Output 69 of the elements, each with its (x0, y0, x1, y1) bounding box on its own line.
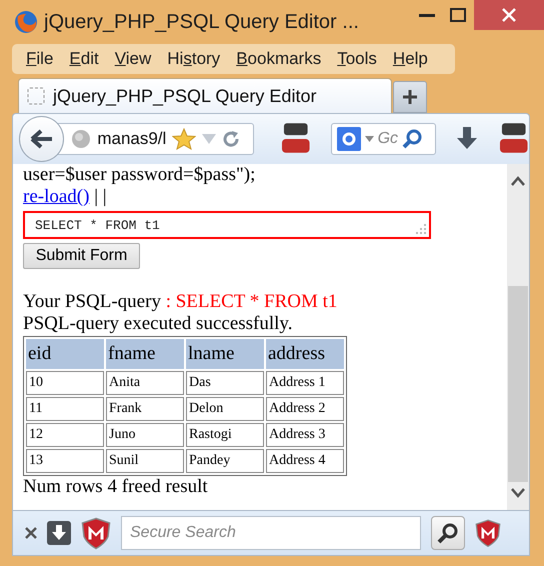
search-icon[interactable] (402, 129, 422, 149)
menu-item[interactable]: Help (384, 49, 436, 69)
separator-text: | | (94, 186, 107, 207)
table-cell: Rastogi (186, 423, 264, 447)
plus-icon (401, 88, 419, 106)
table-cell: Address 1 (266, 371, 344, 395)
scroll-thumb[interactable] (508, 286, 528, 482)
address-bar[interactable]: manas9/l (56, 123, 254, 155)
footer-text: Num rows 4 freed result (23, 476, 209, 498)
table-cell: Address 2 (266, 397, 344, 421)
column-header: address (266, 339, 344, 369)
table-cell: 13 (26, 449, 104, 473)
browser-tab[interactable]: jQuery_PHP_PSQL Query Editor (18, 78, 392, 113)
menu-item[interactable]: Bookmarks (228, 49, 330, 69)
resize-grip-icon[interactable] (415, 223, 427, 235)
menu-item[interactable]: History (159, 49, 228, 69)
window-title: jQuery_PHP_PSQL Query Editor ... (44, 10, 359, 34)
browser-logo-icon (14, 10, 38, 34)
table-cell: Delon (186, 397, 264, 421)
page-icon (27, 87, 45, 105)
table-cell: Address 4 (266, 449, 344, 473)
menu-item[interactable]: Tools (329, 49, 385, 69)
table-cell: Das (186, 371, 264, 395)
reload-link[interactable]: re-load() (23, 186, 90, 207)
table-cell: Address 3 (266, 423, 344, 447)
scrollbar[interactable] (507, 164, 529, 510)
status-text: PSQL-query executed successfully. (23, 313, 294, 335)
search-icon (437, 522, 459, 544)
close-icon (502, 8, 516, 22)
close-button[interactable] (474, 0, 544, 30)
close-icon[interactable] (25, 527, 37, 539)
back-button[interactable] (19, 116, 64, 162)
table-cell: 11 (26, 397, 104, 421)
table-cell: Pandey (186, 449, 264, 473)
search-field[interactable]: Secure Search (121, 516, 421, 550)
column-header: eid (26, 339, 104, 369)
reload-icon[interactable] (222, 130, 240, 148)
table-cell: Sunil (106, 449, 184, 473)
menu-item[interactable]: File (18, 49, 62, 69)
star-icon[interactable] (172, 128, 196, 150)
minimize-icon (419, 14, 435, 16)
submit-button[interactable]: Submit Form (23, 243, 140, 269)
column-header: fname (106, 339, 184, 369)
table-cell: 10 (26, 371, 104, 395)
back-arrow-icon (30, 129, 54, 149)
search-field[interactable]: Gc (330, 123, 436, 155)
globe-icon (71, 129, 92, 149)
scroll-up-icon[interactable] (511, 176, 525, 186)
dropdown-icon[interactable] (364, 136, 374, 142)
query-label: Your PSQL-query (23, 291, 162, 312)
download-icon[interactable] (47, 521, 71, 545)
menu-item[interactable]: View (106, 49, 160, 69)
maximize-icon (450, 8, 466, 22)
table-cell: 12 (26, 423, 104, 447)
query-input[interactable]: SELECT * FROM t1 (23, 211, 431, 239)
shield-icon[interactable] (475, 518, 501, 548)
search-engine-icon[interactable] (336, 127, 361, 151)
query-echo: : SELECT * FROM t1 (166, 291, 338, 312)
menu-item[interactable]: Edit (61, 49, 107, 69)
search-button[interactable] (431, 516, 465, 550)
table-cell: Juno (106, 423, 184, 447)
download-icon[interactable] (456, 127, 478, 151)
new-tab-button[interactable] (393, 81, 427, 113)
column-header: lname (186, 339, 264, 369)
table-cell: Frank (106, 397, 184, 421)
shield-icon[interactable] (81, 516, 111, 550)
code-text: user=$user password=$pass"); (23, 164, 256, 186)
table-cell: Anita (106, 371, 184, 395)
scroll-down-icon[interactable] (511, 488, 525, 498)
